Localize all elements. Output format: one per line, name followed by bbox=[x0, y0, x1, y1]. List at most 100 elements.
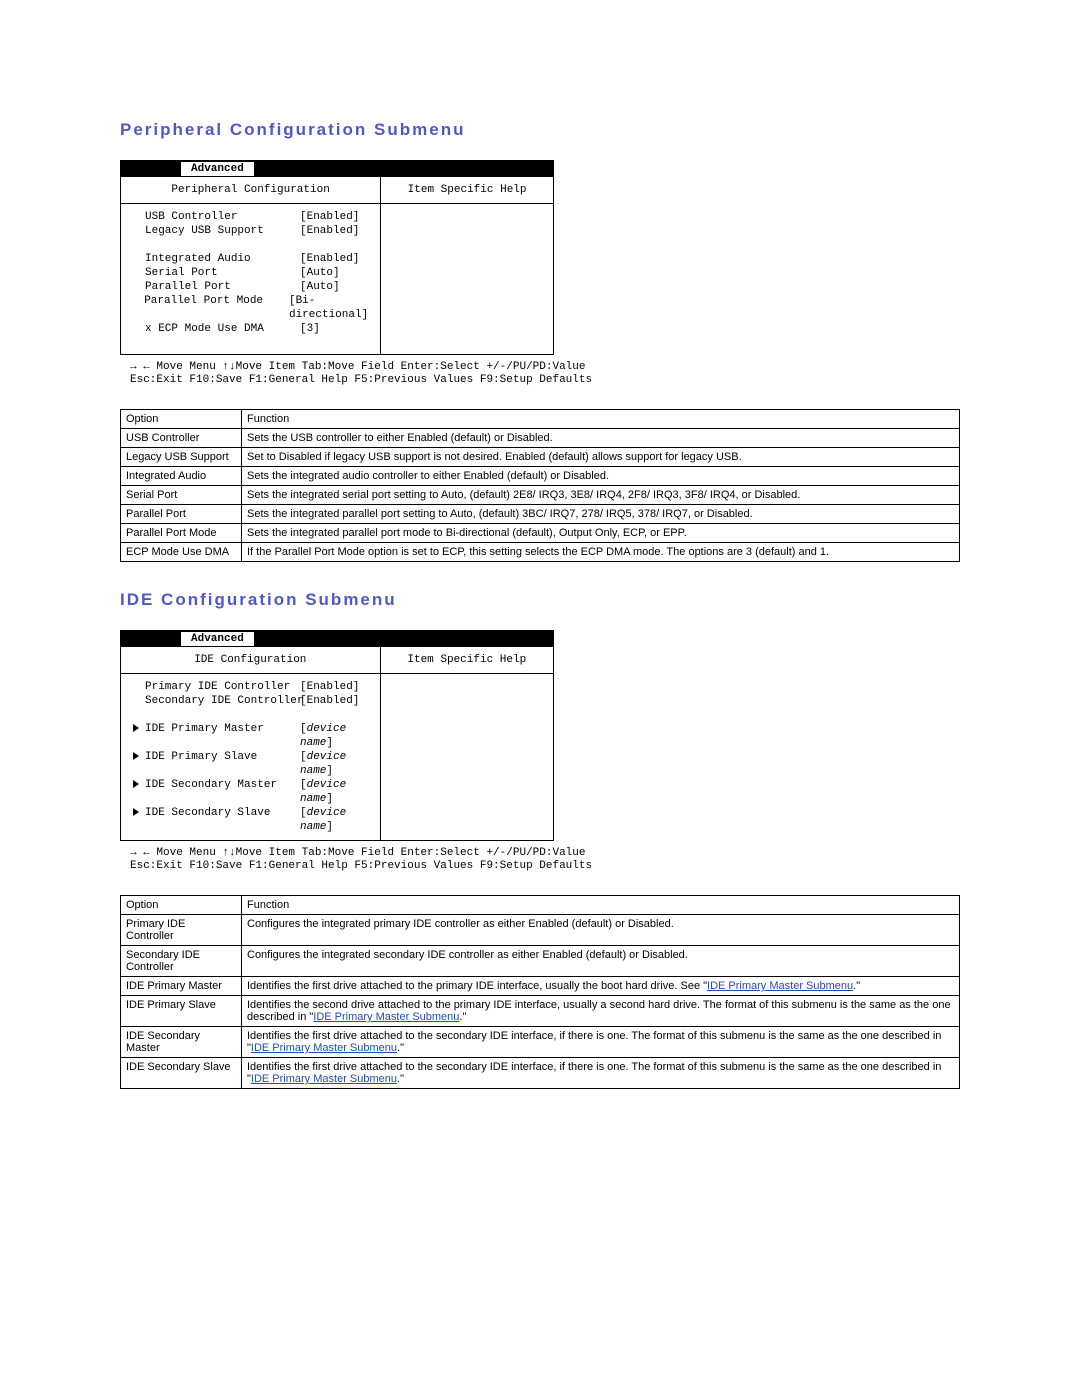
bios-setting-row: Primary IDE Controller[Enabled] bbox=[133, 680, 368, 694]
bios-footer-ide: → ← Move Menu ↑↓Move Item Tab:Move Field… bbox=[130, 847, 562, 873]
bios-tabbar: Advanced bbox=[121, 161, 553, 177]
submenu-arrow-icon bbox=[133, 778, 145, 806]
table-row: ECP Mode Use DMAIf the Parallel Port Mod… bbox=[121, 543, 960, 562]
bios-setting-value: [3] bbox=[300, 322, 368, 336]
option-function-cell: Identifies the first drive attached to t… bbox=[242, 1058, 960, 1089]
cross-reference-link[interactable]: IDE Primary Master Submenu bbox=[251, 1073, 397, 1085]
bios-setting-label: IDE Primary Slave bbox=[145, 750, 300, 778]
bios-setting-label: IDE Secondary Slave bbox=[145, 806, 300, 834]
bios-footer-peripheral: → ← Move Menu ↑↓Move Item Tab:Move Field… bbox=[130, 361, 562, 387]
bios-help-body bbox=[381, 204, 553, 354]
bios-setting-value: [Enabled] bbox=[300, 680, 368, 694]
bios-setting-value: [Auto] bbox=[300, 266, 368, 280]
table-row: IDE Secondary SlaveIdentifies the first … bbox=[121, 1058, 960, 1089]
table-row: IDE Primary SlaveIdentifies the second d… bbox=[121, 996, 960, 1027]
section-heading-peripheral: Peripheral Configuration Submenu bbox=[120, 120, 960, 140]
bios-setting-value: [device name] bbox=[300, 806, 368, 834]
bios-screenshot-ide: Advanced IDE Configuration Primary IDE C… bbox=[120, 630, 554, 841]
ide-options-table: Option Function Primary IDE ControllerCo… bbox=[120, 895, 960, 1089]
table-header-function: Function bbox=[242, 896, 960, 915]
bios-title-right: Item Specific Help bbox=[381, 177, 553, 204]
bios-setting-row: Legacy USB Support[Enabled] bbox=[133, 224, 368, 238]
table-row: IDE Primary MasterIdentifies the first d… bbox=[121, 977, 960, 996]
option-function-cell: Sets the integrated parallel port settin… bbox=[242, 505, 960, 524]
cross-reference-link[interactable]: IDE Primary Master Submenu bbox=[251, 1042, 397, 1054]
bios-tab-advanced: Advanced bbox=[181, 632, 254, 646]
bios-title-right: Item Specific Help bbox=[381, 647, 553, 674]
bios-setting-row: Parallel Port Mode[Bi-directional] bbox=[133, 294, 368, 322]
option-name-cell: IDE Secondary Master bbox=[121, 1027, 242, 1058]
option-name-cell: Legacy USB Support bbox=[121, 448, 242, 467]
page: Peripheral Configuration Submenu Advance… bbox=[0, 0, 1080, 1317]
option-function-cell: Identifies the first drive attached to t… bbox=[242, 1027, 960, 1058]
bios-setting-label: Serial Port bbox=[145, 266, 300, 280]
bios-setting-row: IDE Primary Slave[device name] bbox=[133, 750, 368, 778]
bios-setting-value: [Enabled] bbox=[300, 694, 368, 708]
option-name-cell: USB Controller bbox=[121, 429, 242, 448]
option-name-cell: Parallel Port bbox=[121, 505, 242, 524]
bios-setting-label: Legacy USB Support bbox=[145, 224, 300, 238]
submenu-arrow-icon bbox=[133, 224, 145, 238]
bios-setting-label: Primary IDE Controller bbox=[145, 680, 300, 694]
submenu-arrow-icon bbox=[133, 294, 144, 322]
bios-title-left: IDE Configuration bbox=[121, 647, 380, 674]
submenu-arrow-icon bbox=[133, 280, 145, 294]
cross-reference-link[interactable]: IDE Primary Master Submenu bbox=[313, 1011, 459, 1023]
option-name-cell: ECP Mode Use DMA bbox=[121, 543, 242, 562]
content: Peripheral Configuration Submenu Advance… bbox=[0, 0, 1080, 1089]
table-row: Parallel Port ModeSets the integrated pa… bbox=[121, 524, 960, 543]
table-row: Secondary IDE ControllerConfigures the i… bbox=[121, 946, 960, 977]
table-row: Parallel PortSets the integrated paralle… bbox=[121, 505, 960, 524]
bios-setting-row: USB Controller[Enabled] bbox=[133, 210, 368, 224]
bios-title-left: Peripheral Configuration bbox=[121, 177, 380, 204]
bios-settings-list: Primary IDE Controller[Enabled]Secondary… bbox=[121, 674, 380, 840]
option-function-cell: Identifies the first drive attached to t… bbox=[242, 977, 960, 996]
submenu-arrow-icon bbox=[133, 252, 145, 266]
bios-setting-value: [Bi-directional] bbox=[289, 294, 368, 322]
option-function-cell: If the Parallel Port Mode option is set … bbox=[242, 543, 960, 562]
bios-setting-row: IDE Secondary Slave[device name] bbox=[133, 806, 368, 834]
table-row: IDE Secondary MasterIdentifies the first… bbox=[121, 1027, 960, 1058]
table-row: Serial PortSets the integrated serial po… bbox=[121, 486, 960, 505]
bios-setting-label: x ECP Mode Use DMA bbox=[145, 322, 300, 336]
bios-setting-value: [Auto] bbox=[300, 280, 368, 294]
bios-setting-label: IDE Primary Master bbox=[145, 722, 300, 750]
bios-setting-row: Integrated Audio[Enabled] bbox=[133, 252, 368, 266]
bios-setting-label: Parallel Port bbox=[145, 280, 300, 294]
option-function-cell: Configures the integrated primary IDE co… bbox=[242, 915, 960, 946]
bios-setting-label: Integrated Audio bbox=[145, 252, 300, 266]
submenu-arrow-icon bbox=[133, 722, 145, 750]
bios-setting-row: IDE Secondary Master[device name] bbox=[133, 778, 368, 806]
submenu-arrow-icon bbox=[133, 680, 145, 694]
bios-footer-line2: Esc:Exit F10:Save F1:General Help F5:Pre… bbox=[130, 860, 562, 873]
bios-setting-label: Secondary IDE Controller bbox=[145, 694, 300, 708]
peripheral-options-table: Option Function USB ControllerSets the U… bbox=[120, 409, 960, 562]
bios-footer-line2: Esc:Exit F10:Save F1:General Help F5:Pre… bbox=[130, 374, 562, 387]
option-name-cell: Serial Port bbox=[121, 486, 242, 505]
option-function-cell: Sets the USB controller to either Enable… bbox=[242, 429, 960, 448]
submenu-arrow-icon bbox=[133, 694, 145, 708]
submenu-arrow-icon bbox=[133, 806, 145, 834]
table-header-function: Function bbox=[242, 410, 960, 429]
submenu-arrow-icon bbox=[133, 750, 145, 778]
bios-setting-label: USB Controller bbox=[145, 210, 300, 224]
bios-setting-label: IDE Secondary Master bbox=[145, 778, 300, 806]
bios-setting-row: Parallel Port[Auto] bbox=[133, 280, 368, 294]
bios-setting-value: [device name] bbox=[300, 750, 368, 778]
table-row: USB ControllerSets the USB controller to… bbox=[121, 429, 960, 448]
section-heading-ide: IDE Configuration Submenu bbox=[120, 590, 960, 610]
bios-setting-value: [Enabled] bbox=[300, 224, 368, 238]
submenu-arrow-icon bbox=[133, 322, 145, 336]
option-name-cell: Primary IDE Controller bbox=[121, 915, 242, 946]
bios-setting-row: x ECP Mode Use DMA[3] bbox=[133, 322, 368, 336]
bios-setting-row: Serial Port[Auto] bbox=[133, 266, 368, 280]
cross-reference-link[interactable]: IDE Primary Master Submenu bbox=[707, 980, 853, 992]
option-function-cell: Identifies the second drive attached to … bbox=[242, 996, 960, 1027]
table-header-option: Option bbox=[121, 410, 242, 429]
option-name-cell: IDE Secondary Slave bbox=[121, 1058, 242, 1089]
bios-setting-row: Secondary IDE Controller[Enabled] bbox=[133, 694, 368, 708]
table-row: Legacy USB SupportSet to Disabled if leg… bbox=[121, 448, 960, 467]
bios-tab-advanced: Advanced bbox=[181, 162, 254, 176]
bios-setting-value: [device name] bbox=[300, 722, 368, 750]
bios-footer-line1: → ← Move Menu ↑↓Move Item Tab:Move Field… bbox=[130, 847, 562, 860]
